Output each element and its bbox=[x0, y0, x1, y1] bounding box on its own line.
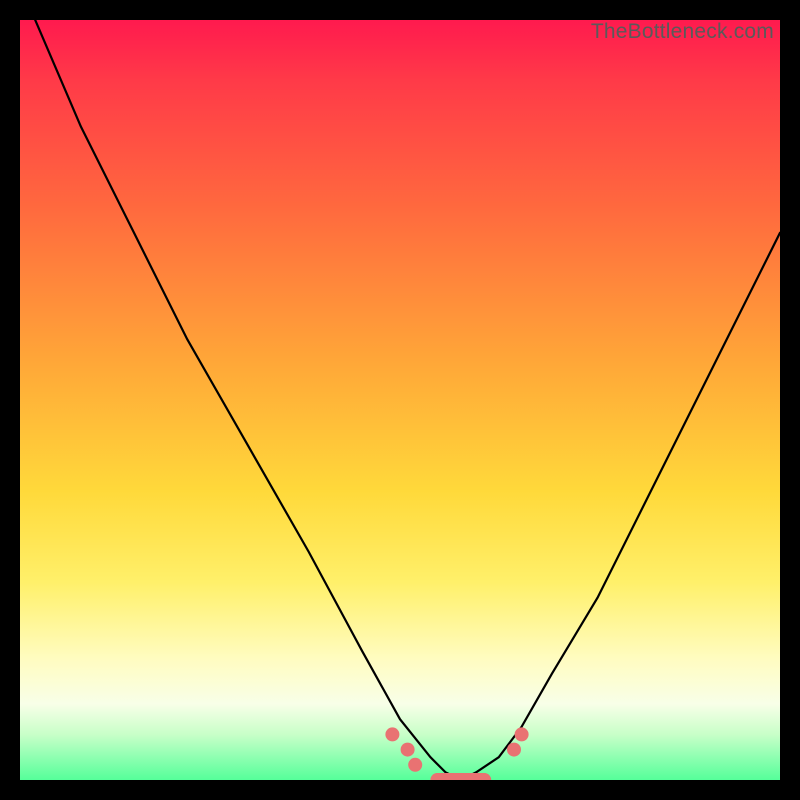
curve-path bbox=[35, 20, 780, 780]
watermark-text: TheBottleneck.com bbox=[591, 20, 774, 44]
plot-area: TheBottleneck.com bbox=[20, 20, 780, 780]
marker-dot bbox=[401, 743, 415, 757]
marker-dot bbox=[408, 758, 422, 772]
near-minimum-markers bbox=[385, 727, 528, 780]
marker-dot bbox=[507, 743, 521, 757]
marker-dot bbox=[385, 727, 399, 741]
marker-capsule bbox=[430, 773, 491, 780]
marker-dot bbox=[515, 727, 529, 741]
chart-frame: TheBottleneck.com bbox=[0, 0, 800, 800]
curve-layer bbox=[20, 20, 780, 780]
bottleneck-curve bbox=[35, 20, 780, 780]
